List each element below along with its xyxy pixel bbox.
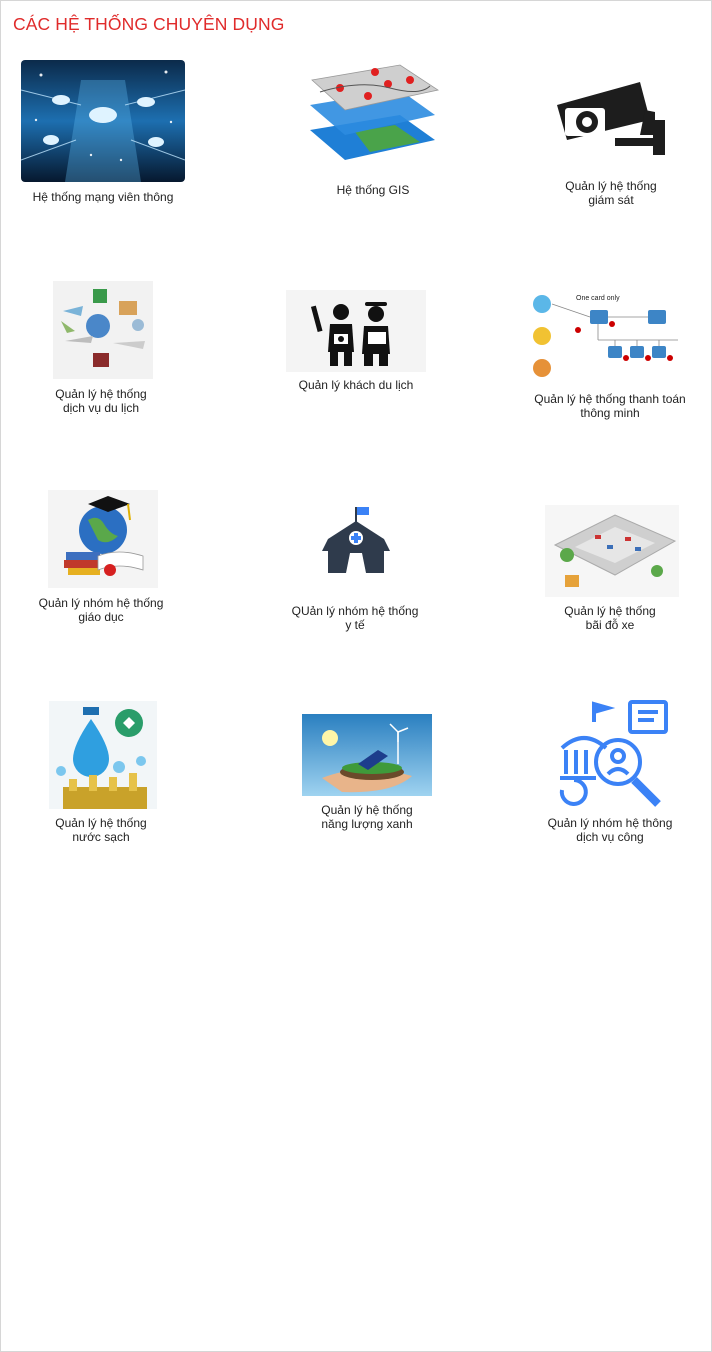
clean-water-icon	[49, 701, 157, 809]
tourists-icon	[286, 290, 426, 372]
education-globe-books-icon	[48, 490, 158, 588]
parking-lot-icon	[545, 505, 679, 597]
system-label: Hệ thống mạng viên thông	[32, 190, 174, 204]
system-label: Quản lý nhóm hệ thống giáo dục	[38, 596, 164, 624]
public-service-search-icon	[559, 700, 668, 807]
system-label: Quản lý hệ thống nước sạch	[55, 816, 147, 844]
surveillance-camera-icon	[557, 82, 665, 155]
system-label: Quản lý nhóm hệ thông dịch vụ công	[547, 816, 673, 844]
hospital-tent-icon	[322, 507, 390, 573]
diagram-caption: One card only	[576, 295, 620, 302]
system-label: QUản lý nhóm hệ thống y tế	[291, 604, 419, 632]
travel-services-icon	[53, 281, 153, 379]
page-title: CÁC HỆ THỐNG CHUYÊN DỤNG	[13, 14, 285, 34]
telecom-network-icon	[21, 60, 185, 182]
system-label: Hệ thống GIS	[336, 183, 410, 197]
smart-payment-diagram-icon: One card only	[528, 290, 696, 382]
system-label: Quản lý hệ thống bãi đỗ xe	[564, 604, 656, 632]
green-energy-icon	[302, 714, 432, 796]
gis-layers-map-icon	[310, 64, 440, 160]
system-label: Quản lý hệ thống thanh toán thông minh	[534, 392, 686, 420]
system-label: Quản lý khách du lịch	[298, 378, 414, 392]
system-label: Quản lý hệ thống năng lượng xanh	[321, 803, 413, 831]
system-label: Quản lý hệ thống dịch vụ du lịch	[55, 387, 147, 415]
system-label: Quản lý hệ thống giám sát	[565, 179, 657, 207]
